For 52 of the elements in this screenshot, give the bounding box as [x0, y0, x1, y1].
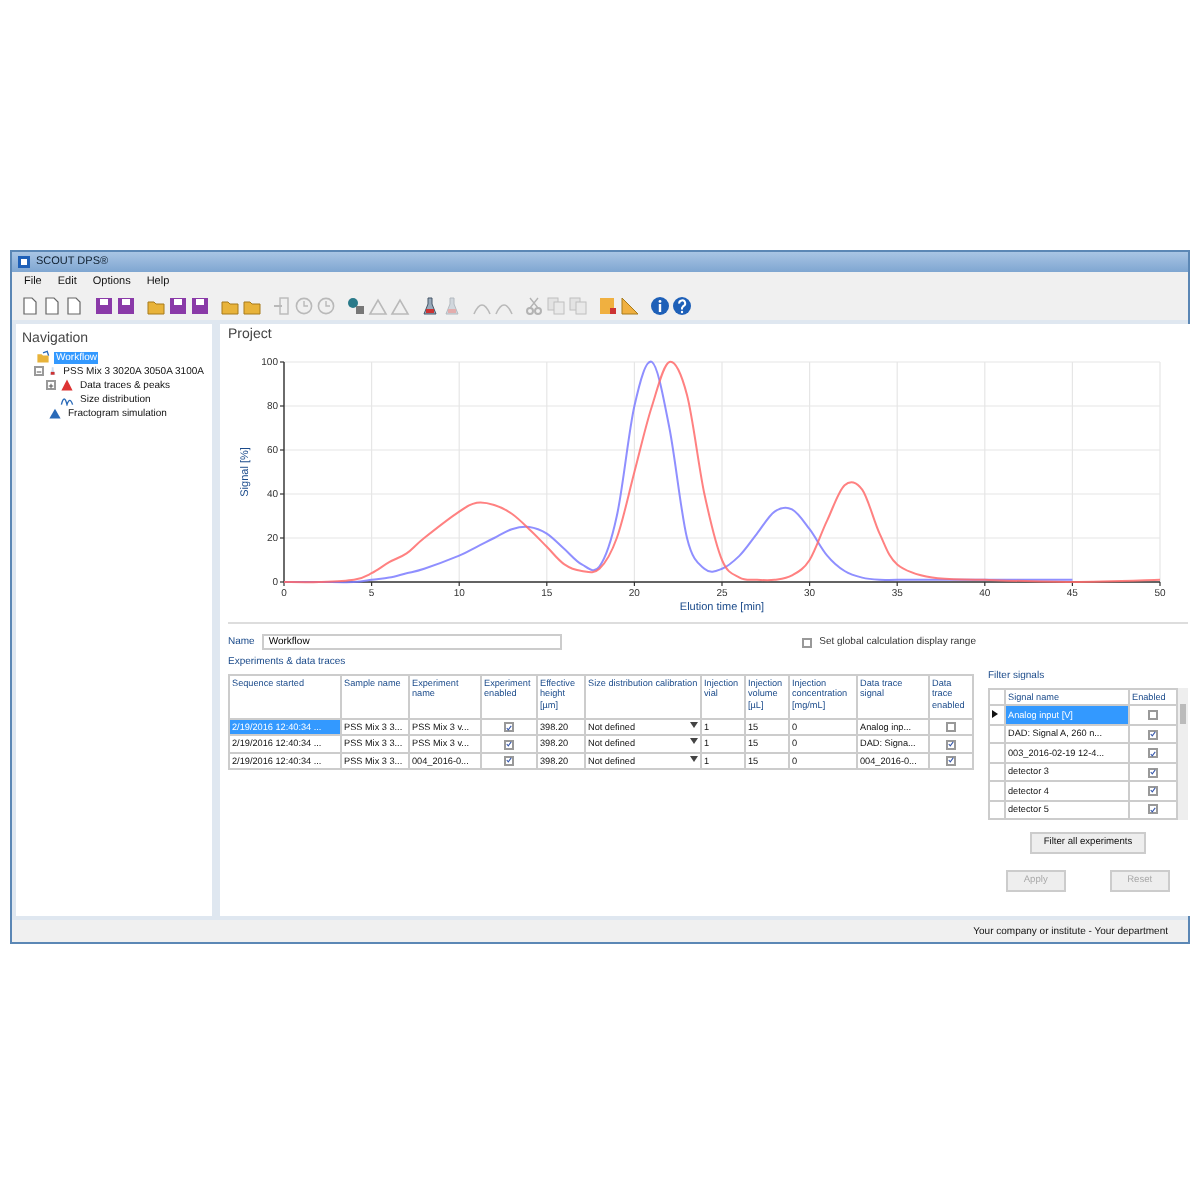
toolbar-button[interactable]	[116, 295, 136, 315]
toolbar-button[interactable]	[420, 295, 440, 315]
toolbar-button[interactable]	[42, 295, 62, 315]
checkbox[interactable]	[504, 755, 514, 766]
info-icon	[650, 295, 670, 315]
toolbar-button[interactable]	[672, 295, 692, 315]
checkbox[interactable]	[801, 637, 812, 647]
collapse-toggle[interactable]	[34, 366, 44, 376]
distribution-icon	[60, 392, 74, 406]
save-icon	[168, 295, 188, 315]
toolbar-button[interactable]	[650, 295, 670, 315]
toolbar-button[interactable]	[20, 295, 40, 315]
toolbar-button[interactable]	[94, 295, 114, 315]
toolbar-button[interactable]	[346, 295, 366, 315]
simulation-icon	[48, 406, 62, 420]
checkbox[interactable]	[946, 722, 956, 733]
toolbar-button[interactable]	[168, 295, 188, 315]
toolbar-button[interactable]	[598, 295, 618, 315]
folder-icon	[36, 350, 50, 364]
checkbox[interactable]	[1148, 767, 1158, 777]
caret-icon	[690, 722, 698, 729]
save-icon	[116, 295, 136, 315]
badge-icon	[346, 295, 366, 315]
import-icon	[272, 295, 292, 315]
checkbox[interactable]	[946, 755, 956, 766]
checkbox[interactable]	[1148, 785, 1158, 796]
report-icon	[598, 295, 618, 315]
help-icon	[672, 295, 692, 315]
save-icon	[190, 295, 210, 315]
flask-icon	[420, 295, 440, 315]
checkbox[interactable]	[504, 722, 514, 733]
checkbox[interactable]	[1148, 710, 1158, 721]
toolbar-button[interactable]	[620, 295, 640, 315]
peak-icon	[60, 378, 74, 392]
checkbox[interactable]	[1148, 748, 1158, 759]
cut-icon	[524, 295, 544, 315]
clock-icon	[294, 295, 314, 315]
clock-icon	[316, 295, 336, 315]
checkbox[interactable]	[1148, 804, 1158, 815]
flask-icon	[48, 364, 58, 378]
app-icon	[18, 256, 30, 268]
toolbar-button[interactable]	[190, 295, 210, 315]
checkbox[interactable]	[504, 739, 514, 750]
ruler-icon	[620, 295, 640, 315]
scrollbar	[1178, 688, 1188, 820]
toolbar-button[interactable]	[64, 295, 84, 315]
flask-icon	[442, 295, 462, 315]
expand-toggle[interactable]	[46, 380, 56, 390]
folder-icon	[146, 295, 166, 315]
checkbox[interactable]	[1148, 729, 1158, 740]
checkbox[interactable]	[946, 739, 956, 750]
save-icon	[94, 295, 114, 315]
